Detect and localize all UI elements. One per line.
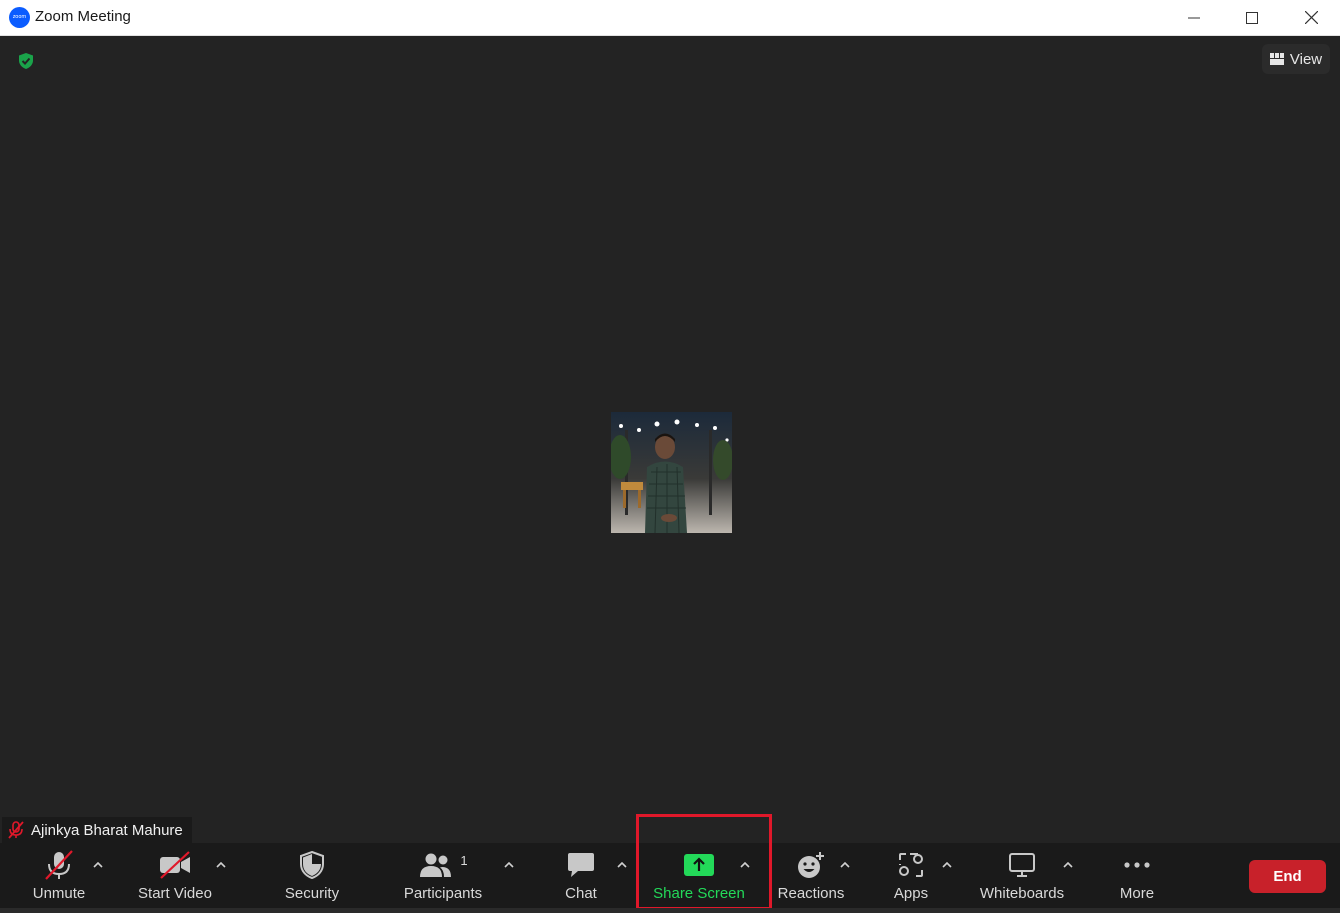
muted-mic-icon [5, 819, 27, 841]
whiteboards-button[interactable]: Whiteboards [976, 843, 1068, 913]
view-label: View [1289, 50, 1323, 68]
muted-microphone-icon [44, 845, 74, 885]
close-button[interactable] [1282, 0, 1340, 35]
audio-options-caret[interactable] [90, 857, 106, 873]
participants-options-caret[interactable] [501, 857, 517, 873]
minimize-icon [1188, 17, 1200, 18]
participants-count: 1 [460, 852, 468, 868]
chat-button[interactable]: Chat [556, 843, 606, 913]
title-bar: zoom Zoom Meeting [0, 0, 1340, 36]
chevron-up-icon [942, 862, 952, 868]
apps-label: Apps [893, 885, 929, 902]
security-button[interactable]: Security [281, 843, 343, 913]
chat-bubble-icon [567, 845, 595, 885]
apps-icon [898, 845, 924, 885]
chat-options-caret[interactable] [614, 857, 630, 873]
participant-name-tag: Ajinkya Bharat Mahure [2, 817, 192, 843]
chevron-up-icon [504, 862, 514, 868]
apps-button[interactable]: Apps [886, 843, 936, 913]
whiteboards-label: Whiteboards [979, 885, 1065, 902]
more-dots-icon [1123, 845, 1151, 885]
whiteboard-icon [1008, 845, 1036, 885]
shield-icon [300, 845, 324, 885]
end-meeting-button[interactable]: End [1249, 860, 1326, 893]
whiteboards-options-caret[interactable] [1060, 857, 1076, 873]
chevron-up-icon [216, 862, 226, 868]
chevron-up-icon [1063, 862, 1073, 868]
unmute-label: Unmute [32, 885, 86, 902]
participant-name: Ajinkya Bharat Mahure [31, 821, 183, 839]
smiley-plus-icon [796, 845, 826, 885]
share-screen-highlight [636, 814, 772, 910]
more-label: More [1119, 885, 1155, 902]
apps-options-caret[interactable] [939, 857, 955, 873]
window-title: Zoom Meeting [35, 8, 131, 25]
video-off-icon [159, 845, 191, 885]
reactions-button[interactable]: Reactions [776, 843, 846, 913]
maximize-icon [1246, 11, 1258, 24]
video-options-caret[interactable] [213, 857, 229, 873]
maximize-button[interactable] [1223, 0, 1281, 35]
participant-avatar [611, 412, 732, 533]
participants-label: Participants [403, 885, 483, 902]
close-icon [1304, 11, 1318, 24]
security-label: Security [284, 885, 340, 902]
view-button[interactable]: View [1262, 44, 1330, 74]
reactions-options-caret[interactable] [837, 857, 853, 873]
unmute-button[interactable]: Unmute [28, 843, 90, 913]
reactions-label: Reactions [777, 885, 845, 902]
chat-label: Chat [565, 885, 597, 902]
participants-button[interactable]: 1 Participants [400, 843, 486, 913]
start-video-button[interactable]: Start Video [134, 843, 216, 913]
encryption-shield-icon[interactable] [17, 52, 35, 70]
zoom-meeting-window: zoom Zoom Meeting View Ajinkya Bharat Ma… [0, 0, 1340, 913]
zoom-logo-icon: zoom [9, 7, 30, 28]
chevron-up-icon [617, 862, 627, 868]
chevron-up-icon [840, 862, 850, 868]
grid-view-icon [1269, 53, 1284, 65]
chevron-up-icon [93, 862, 103, 868]
minimize-button[interactable] [1165, 0, 1223, 35]
participants-icon: 1 [418, 845, 468, 885]
start-video-label: Start Video [138, 885, 212, 902]
more-button[interactable]: More [1112, 843, 1162, 913]
bottom-strip [0, 908, 1340, 913]
